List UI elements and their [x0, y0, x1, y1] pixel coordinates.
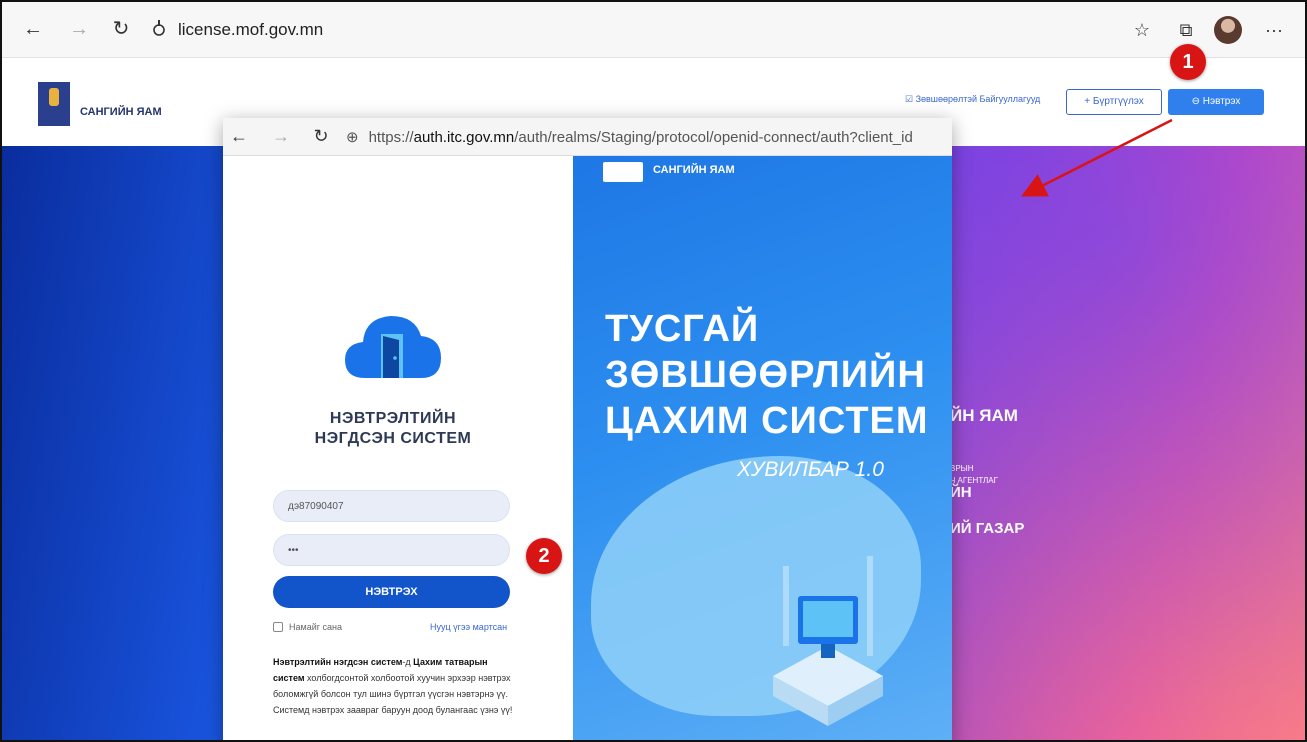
collections-icon[interactable]: ⧉ [1172, 16, 1200, 44]
register-button[interactable]: + Бүртгүүлэх [1066, 89, 1162, 115]
site-info-icon[interactable] [150, 19, 168, 42]
popup-toolbar: ← → ↻ ⊕ https://auth.itc.gov.mn/auth/rea… [223, 118, 952, 156]
approved-organizations-link[interactable]: ☑ Зөвшөөрөлтэй Байгууллагууд [905, 94, 1040, 105]
favorites-icon[interactable]: ☆ [1128, 16, 1156, 44]
cloud-door-logo-icon [345, 316, 441, 378]
back-icon[interactable]: ← [20, 16, 46, 42]
computer-illustration-icon [773, 556, 883, 726]
system-title: НЭВТРЭЛТИЙН [329, 410, 457, 427]
remember-me-label: Намайг сана [289, 622, 342, 632]
popup-refresh-icon[interactable]: ↻ [309, 124, 333, 148]
url-path: /auth/realms/Staging/protocol/openid-con… [514, 128, 913, 146]
version-label: ХУВИЛБАР 1.0 [737, 458, 884, 481]
address-text: license.mof.gov.mn [178, 20, 324, 39]
login-popup-window: ← → ↻ ⊕ https://auth.itc.gov.mn/auth/rea… [223, 118, 952, 740]
promo-title: ТУСГАЙ [605, 308, 760, 350]
system-title: НЭГДСЭН СИСТЕМ [314, 430, 472, 447]
login-form-panel: НЭВТРЭЛТИЙН НЭГДСЭН СИСТЕМ НЭВТРЭХ Намай… [223, 156, 573, 740]
globe-icon: ⊕ [346, 129, 359, 146]
forgot-password-link[interactable]: Нууц үгээ мартсан [430, 622, 507, 632]
url-host: auth.itc.gov.mn [413, 128, 515, 146]
promo-title: ЗӨВШӨӨРЛИЙН [605, 354, 926, 396]
checkbox-icon[interactable] [273, 622, 283, 632]
promo-panel: САНГИЙН ЯАМ ТУСГАЙ ЗӨВШӨӨРЛИЙН ЦАХИМ СИС… [573, 156, 952, 740]
site-name: САНГИЙН ЯАМ [80, 106, 162, 118]
step-badge: 2 [526, 538, 562, 574]
info-text: Нэвтрэлтийн нэгдсэн систем-д Цахим татва… [273, 654, 518, 718]
url-prefix: https:// [368, 128, 414, 146]
hero-text-line: ЙН [950, 484, 972, 501]
popup-forward-icon[interactable]: → [269, 124, 293, 148]
username-input[interactable] [273, 490, 510, 522]
hero-text-line: ИЙ ГАЗАР [950, 520, 1025, 537]
hero-ministry-text: ЙН ЯАМ [950, 406, 1018, 425]
more-menu-icon[interactable]: ··· [1260, 16, 1288, 44]
refresh-icon[interactable]: ↻ [108, 16, 134, 42]
forward-icon[interactable]: → [66, 16, 92, 42]
info-bold: Нэвтрэлтийн нэгдсэн систем [273, 657, 403, 667]
submit-login-button[interactable]: НЭВТРЭХ [273, 576, 510, 608]
popup-address-bar[interactable]: ⊕ https://auth.itc.gov.mn/auth/realms/St… [346, 123, 948, 151]
address-bar[interactable]: license.mof.gov.mn [150, 14, 1110, 46]
remember-me-checkbox[interactable]: Намайг сана [273, 622, 342, 632]
browser-toolbar: ← → ↻ license.mof.gov.mn ☆ ⧉ ··· [2, 2, 1305, 58]
ministry-logo [603, 162, 643, 182]
password-input[interactable] [273, 534, 510, 566]
ministry-logo[interactable] [38, 82, 70, 126]
profile-avatar[interactable] [1214, 16, 1242, 44]
screenshot-frame: ← → ↻ license.mof.gov.mn ☆ ⧉ ··· САНГИЙН… [0, 0, 1307, 742]
promo-ministry-name: САНГИЙН ЯАМ [653, 164, 735, 176]
info-plain: холбогдсонтой холбоотой хуучин эрхээр нэ… [273, 673, 513, 715]
info-plain: -д [402, 657, 414, 667]
popup-back-icon[interactable]: ← [227, 124, 251, 148]
step-badge: 1 [1170, 44, 1206, 80]
hero-text-line: ВРЫН [950, 464, 974, 473]
promo-title: ЦАХИМ СИСТЕМ [605, 400, 929, 442]
login-button[interactable]: ⊖ Нэвтрэх [1168, 89, 1264, 115]
